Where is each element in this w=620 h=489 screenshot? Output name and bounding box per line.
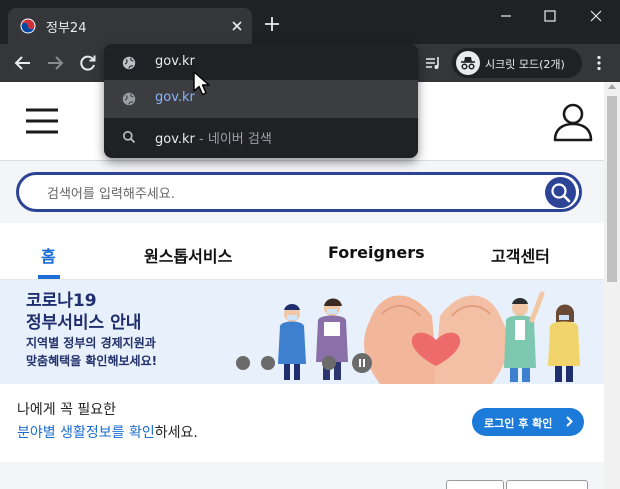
browser-tab[interactable]: 정부24 bbox=[8, 8, 252, 44]
need-rest: 하세요. bbox=[154, 425, 198, 441]
tab-foreigners[interactable]: Foreigners bbox=[328, 243, 425, 262]
reload-icon[interactable] bbox=[77, 52, 99, 74]
banner-subtitle-line2: 맞춤혜택을 확인해보세요! bbox=[26, 354, 158, 368]
tab-one-stop-service[interactable]: 원스톱서비스 bbox=[144, 243, 232, 267]
globe-icon bbox=[122, 92, 136, 106]
omnibox-suggestion-search-text: gov.kr - 네이버 검색 bbox=[155, 128, 272, 147]
menu-kebab-icon[interactable] bbox=[590, 54, 608, 72]
site-search-box bbox=[16, 172, 582, 212]
omnibox-input-text: gov.kr bbox=[155, 54, 195, 69]
media-playlist-icon[interactable] bbox=[424, 54, 442, 72]
active-tab-indicator bbox=[38, 275, 60, 279]
login-check-button[interactable]: 로그인 후 확인 bbox=[472, 408, 584, 436]
partial-button-2[interactable] bbox=[506, 480, 588, 489]
banner-title-line2: 정부서비스 안내 bbox=[26, 313, 142, 333]
omnibox-suggestion-search[interactable]: gov.kr - 네이버 검색 bbox=[104, 118, 418, 156]
carousel-dot-1[interactable] bbox=[236, 356, 250, 370]
omnibox-dropdown: gov.kr gov.kr gov.kr - 네이버 검색 bbox=[104, 44, 418, 158]
covid-banner[interactable]: 코로나19 정부서비스 안내 지역별 정부의 경제지원과 맞춤혜택을 확인해보세… bbox=[0, 280, 604, 384]
need-line2: 분야별 생활정보를 확인하세요. bbox=[17, 422, 198, 442]
scrollbar-thumb[interactable] bbox=[607, 96, 617, 282]
carousel-pause-button[interactable] bbox=[352, 353, 372, 373]
hamburger-menu-icon[interactable] bbox=[26, 108, 58, 134]
user-account-icon[interactable] bbox=[552, 100, 594, 142]
window-close-icon[interactable] bbox=[586, 6, 606, 26]
tab-home[interactable]: 홈 bbox=[41, 243, 56, 267]
tab-customer-center[interactable]: 고객센터 bbox=[491, 243, 550, 267]
omnibox-suffix: - 네이버 검색 bbox=[194, 132, 272, 147]
maximize-icon[interactable] bbox=[540, 6, 560, 26]
omnibox-suggestion-url[interactable]: gov.kr bbox=[104, 80, 418, 118]
taegeuk-favicon-icon bbox=[20, 18, 36, 34]
chevron-right-icon bbox=[566, 416, 573, 427]
omnibox-input-row[interactable]: gov.kr bbox=[104, 44, 418, 82]
minimize-icon[interactable] bbox=[496, 6, 516, 26]
back-arrow-icon[interactable] bbox=[12, 52, 34, 74]
personalized-info-section: 나에게 꼭 필요한 분야별 생활정보를 확인하세요. 로그인 후 확인 bbox=[0, 384, 604, 463]
login-check-label: 로그인 후 확인 bbox=[484, 417, 553, 430]
incognito-indicator[interactable]: 시크릿 모드(2개) bbox=[452, 48, 582, 78]
need-highlight: 분야별 생활정보를 확인 bbox=[17, 425, 155, 441]
partial-button-1[interactable] bbox=[446, 480, 504, 489]
banner-illustration bbox=[262, 280, 604, 384]
site-search-input[interactable] bbox=[45, 182, 519, 206]
tab-title: 정부24 bbox=[46, 21, 87, 36]
omnibox-query: gov.kr bbox=[155, 132, 195, 147]
banner-subtitle: 지역별 정부의 경제지원과 맞춤혜택을 확인해보세요! bbox=[26, 334, 157, 370]
globe-icon bbox=[122, 56, 136, 70]
site-search-section bbox=[0, 161, 604, 223]
carousel-dot-3[interactable] bbox=[322, 356, 336, 370]
forward-arrow-icon[interactable] bbox=[44, 52, 66, 74]
mouse-pointer-icon bbox=[192, 70, 212, 98]
banner-title: 코로나19 정부서비스 안내 bbox=[26, 290, 141, 334]
banner-subtitle-line1: 지역별 정부의 경제지원과 bbox=[26, 336, 156, 350]
main-nav-tabs: 홈 원스톱서비스 Foreigners 고객센터 bbox=[0, 223, 604, 280]
incognito-icon bbox=[456, 51, 480, 75]
new-tab-plus-icon[interactable] bbox=[264, 16, 280, 32]
incognito-label: 시크릿 모드(2개) bbox=[485, 58, 565, 71]
browser-tab-bar: 정부24 bbox=[0, 0, 620, 44]
omnibox-suggestion-url-text: gov.kr bbox=[155, 90, 195, 105]
need-line1: 나에게 꼭 필요한 bbox=[17, 402, 117, 418]
scroll-up-arrow-icon[interactable] bbox=[608, 84, 616, 89]
search-icon bbox=[122, 130, 136, 144]
carousel-dot-2[interactable] bbox=[261, 356, 275, 370]
banner-title-line1: 코로나19 bbox=[26, 291, 97, 311]
site-search-button[interactable] bbox=[545, 177, 576, 208]
next-section-partial bbox=[0, 462, 604, 489]
tab-close-icon[interactable] bbox=[230, 19, 244, 33]
page-scrollbar[interactable] bbox=[604, 82, 620, 489]
